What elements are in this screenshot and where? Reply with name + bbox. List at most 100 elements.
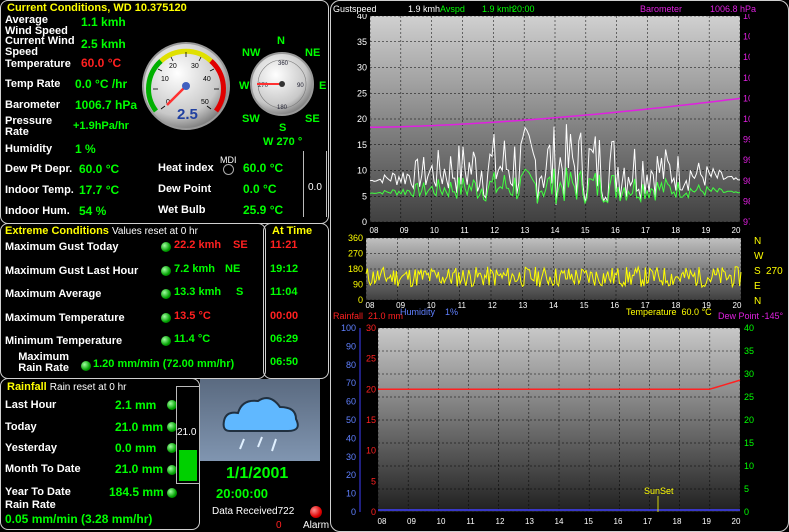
heat-index-label: Heat index (158, 162, 214, 174)
gauge-tick-50: 50 (201, 99, 209, 106)
compass-n: N (277, 35, 285, 47)
wet-bulb-value: 25.9 °C (243, 203, 284, 217)
max-gust-hour-value: 7.2 kmh (174, 263, 215, 275)
hum-y-0: 0 (351, 507, 356, 517)
temp-y-20: 20 (744, 415, 754, 425)
rain-x-10: 10 (437, 517, 446, 526)
rain-rate-label: Rain Rate (5, 499, 56, 511)
extreme-reset-note: Values reset at 0 hr (111, 226, 198, 237)
min-temp-label: Minimum Temperature (5, 335, 123, 347)
compass-e: E (319, 80, 327, 92)
temp-y-15: 15 (744, 438, 754, 448)
current-conditions-title: Current Conditions, WD 10.375120 (7, 2, 187, 14)
humidity-label: Humidity (5, 143, 53, 155)
gust-label: Gustspeed (333, 4, 377, 14)
wind-y-10: 10 (357, 166, 367, 176)
wind-y-15: 15 (357, 140, 367, 150)
max-rain-rate-label: Maximum Rain Rate (18, 351, 69, 374)
wind-direction-graph: 360270180900 08 09 10 11 12 13 14 15 16 17 18 19 20 (348, 234, 742, 310)
hum-y-20: 20 (346, 470, 356, 480)
temp-y-0: 0 (744, 507, 749, 517)
time-max-rain-rate: 06:50 (270, 356, 299, 368)
at-time-title: At Time (272, 225, 313, 237)
extreme-title-text: Extreme Conditions (5, 225, 109, 237)
time-max-average: 11:04 (270, 286, 298, 298)
temp-y-35: 35 (744, 346, 754, 356)
weather-icon (200, 379, 320, 461)
dir-y-270: 270 (348, 249, 363, 259)
data-received-count: 722 (277, 506, 295, 517)
rain-gauge-value: 21.0 (177, 427, 197, 438)
rain-y-10: 10 (366, 446, 376, 456)
wind-y-20: 20 (357, 114, 367, 124)
rain-x-16: 16 (614, 517, 623, 526)
hum-y-100: 100 (341, 323, 356, 333)
data-received-label: Data Received722 (212, 506, 294, 517)
temperature-graph-value: 60.0 °C (681, 307, 712, 317)
yesterday-value: 0.0 mm (115, 441, 157, 455)
temperature-graph-label-text: Temperature (626, 307, 677, 317)
gauge-tick-20: 20 (169, 63, 177, 70)
temp-y-40: 40 (744, 323, 754, 333)
baro-y-1025: 1025 (743, 14, 750, 21)
dir-compass-s: S (754, 266, 761, 277)
rain-y-0: 0 (371, 507, 376, 517)
wind-y-35: 35 (357, 37, 367, 47)
rain-x-15: 15 (584, 517, 593, 526)
dir-y-90: 90 (353, 280, 363, 290)
extreme-conditions-panel: Extreme Conditions Values reset at 0 hr … (0, 223, 266, 379)
avg-wind-label: Average Wind Speed (5, 14, 68, 37)
svg-text:180: 180 (277, 105, 288, 111)
month-to-date-label: Month To Date (5, 463, 81, 475)
rain-temp-graph: 1009080706050403020100 302520151050 4035… (341, 323, 754, 526)
temperature-label: Temperature (5, 58, 71, 70)
dew-point-label: Dew Point (158, 183, 212, 195)
svg-text:90: 90 (297, 83, 304, 89)
wind-speed-gauge: 0 10 20 30 40 50 2.5 (142, 42, 230, 130)
dew-depr-label: Dew Pt Depr. (5, 163, 73, 175)
dir-y-180: 180 (348, 264, 363, 274)
max-average-dir: S (236, 286, 244, 298)
rain-x-20: 20 (732, 517, 741, 526)
gauge-value: 2.5 (177, 106, 198, 123)
avg-value: 1.9 kmh (482, 4, 515, 14)
time-max-gust-today: 11:21 (270, 239, 298, 251)
rain-x-13: 13 (525, 517, 534, 526)
pressure-rate-label: Pressure Rate (5, 115, 53, 138)
rain-rate-value: 0.05 mm/min (3.28 mm/hr) (5, 512, 153, 526)
dir-x-11: 11 (458, 301, 467, 310)
mdi-indicator[interactable] (223, 164, 234, 175)
baro-y-1005: 1005 (743, 93, 750, 103)
indoor-hum-value: 54 % (79, 204, 107, 218)
avg-label: Avspd (440, 4, 465, 14)
month-to-date-value: 21.0 mm (115, 462, 164, 476)
max-temp-led (161, 313, 171, 323)
temperature-value: 60.0 °C (81, 56, 122, 70)
barometer-label: Barometer (5, 99, 61, 111)
today-value: 21.0 mm (115, 420, 164, 434)
temp-y-30: 30 (744, 369, 754, 379)
alarm-indicator[interactable] (310, 506, 322, 518)
rain-x-12: 12 (496, 517, 505, 526)
hum-y-80: 80 (346, 360, 356, 370)
max-average-label: Maximum Average (5, 288, 102, 300)
at-time-panel: At Time 11:21 19:12 11:04 00:00 06:29 06… (263, 223, 329, 379)
last-hour-value: 2.1 mm (115, 398, 157, 412)
status-date: 1/1/2001 (226, 465, 289, 482)
dir-x-08: 08 (366, 301, 375, 310)
baro-y-975: 975 (743, 217, 750, 227)
temp-y-25: 25 (744, 392, 754, 402)
dir-y-360: 360 (348, 234, 363, 243)
max-rain-rate-value: 1.20 mm/min (72.00 mm/hr) (93, 358, 235, 370)
compass-reading: W 270 ° (263, 136, 303, 148)
heat-index-value: 60.0 °C (243, 161, 284, 175)
baro-value: 1006.8 hPa (710, 4, 757, 14)
last-hour-label: Last Hour (5, 399, 57, 411)
temperature-graph-label: Temperature 60.0 °C (626, 307, 712, 317)
year-to-date-value: 184.5 mm (109, 485, 164, 499)
dir-compass-n1: N (754, 236, 762, 247)
max-gust-today-value: 22.2 kmh (174, 239, 222, 251)
max-gust-today-led (161, 242, 171, 252)
wind-y-25: 25 (357, 88, 367, 98)
rain-x-08: 08 (378, 517, 387, 526)
